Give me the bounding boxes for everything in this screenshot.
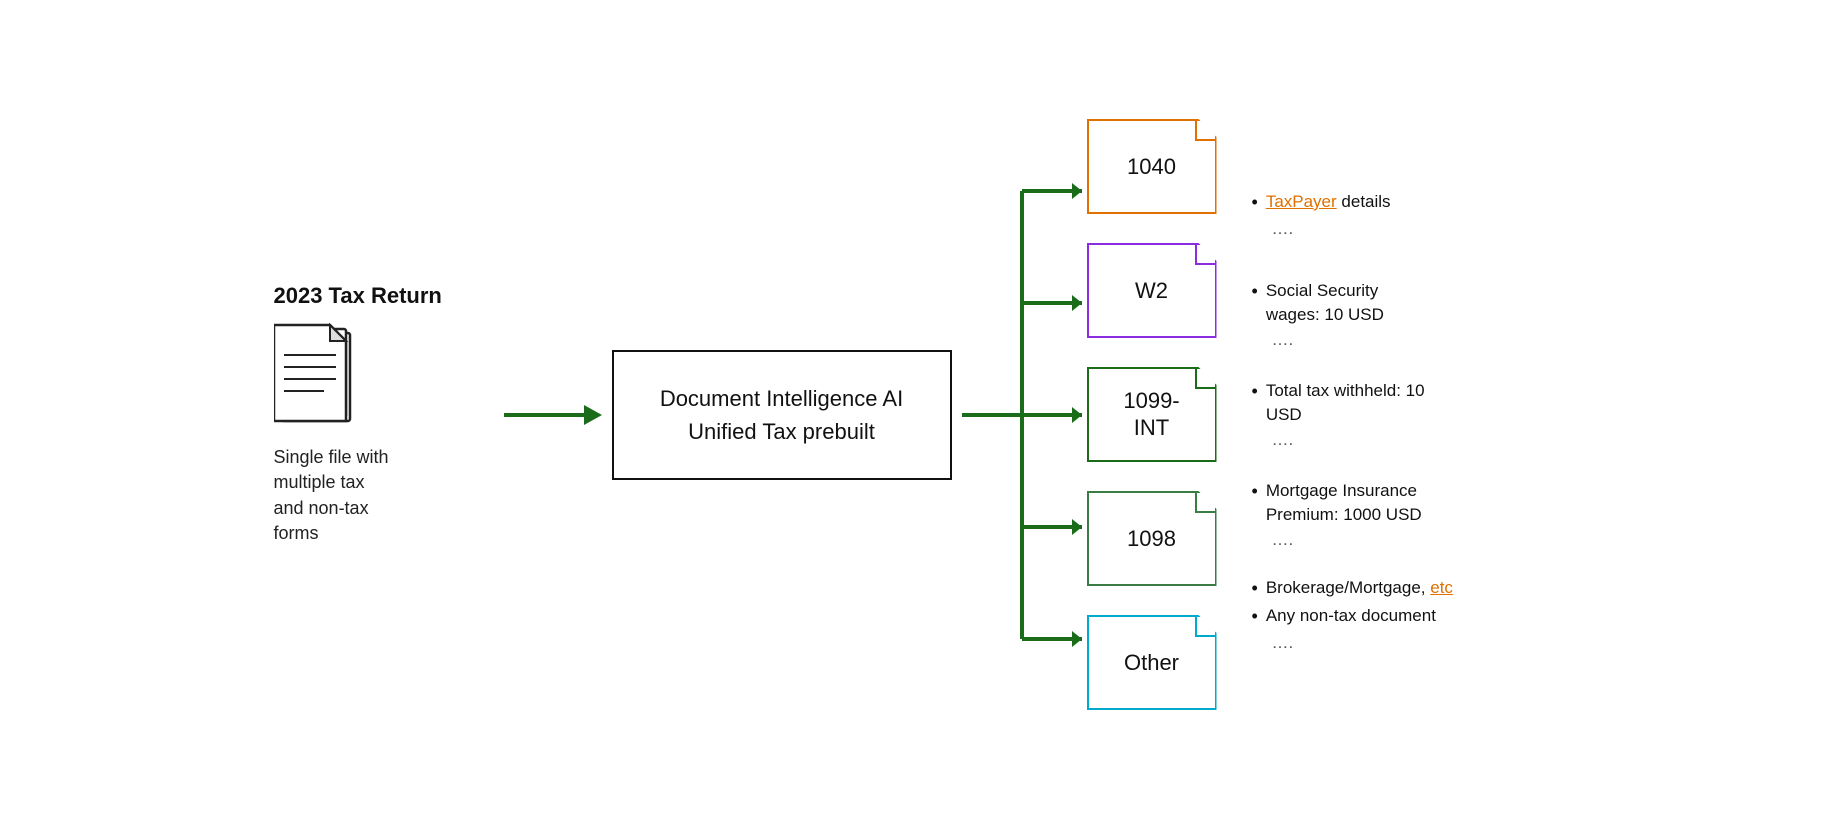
taxpayer-link[interactable]: TaxPayer: [1266, 192, 1337, 211]
form-1099-label: 1099-INT: [1123, 388, 1179, 441]
arrow-line-left: [504, 413, 584, 417]
info-dots-1: ….: [1272, 219, 1572, 239]
form-other-label: Other: [1124, 650, 1179, 676]
info-text-mortgage: Mortgage InsurancePremium: 1000 USD: [1266, 479, 1422, 527]
bullet-3: •: [1252, 379, 1258, 404]
info-text-nontax: Any non-tax document: [1266, 604, 1436, 628]
form-w2-label: W2: [1135, 278, 1168, 304]
info-dots-3: ….: [1272, 430, 1572, 450]
info-item-tax: • Total tax withheld: 10USD: [1252, 379, 1572, 427]
arrow-head-left: [584, 405, 602, 425]
branch-lines-svg: [962, 135, 1082, 695]
info-column: • TaxPayer details …. • Social Securityw…: [1252, 165, 1572, 665]
info-item-brokerage: • Brokerage/Mortgage, etc: [1252, 576, 1572, 601]
center-box-line2: Unified Tax prebuilt: [688, 419, 875, 444]
form-box-1040: 1040: [1082, 117, 1222, 217]
info-group-1099: • Total tax withheld: 10USD ….: [1252, 365, 1572, 465]
info-text-taxpayer: TaxPayer details: [1266, 190, 1391, 214]
left-arrow: [504, 405, 602, 425]
info-group-1040: • TaxPayer details ….: [1252, 165, 1572, 265]
info-dots-2: ….: [1272, 330, 1572, 350]
info-dots-5: ….: [1272, 633, 1572, 653]
form-box-1099: 1099-INT: [1082, 365, 1222, 465]
form-1098-label: 1098: [1127, 526, 1176, 552]
info-group-w2: • Social Securitywages: 10 USD ….: [1252, 265, 1572, 365]
info-text-social: Social Securitywages: 10 USD: [1266, 279, 1384, 327]
info-group-other: • Brokerage/Mortgage, etc • Any non-tax …: [1252, 565, 1572, 665]
info-text-tax: Total tax withheld: 10USD: [1266, 379, 1425, 427]
left-section: 2023 Tax Return Single file with multipl…: [274, 283, 454, 546]
info-item-taxpayer: • TaxPayer details: [1252, 190, 1572, 215]
info-group-1098: • Mortgage InsurancePremium: 1000 USD ….: [1252, 465, 1572, 565]
forms-column: 1040 W2 1099-INT 1098: [1082, 117, 1222, 713]
form-1040-label: 1040: [1127, 154, 1176, 180]
form-1040-inner: 1040: [1087, 119, 1217, 214]
document-icon: [274, 321, 364, 431]
doc-label: Single file with multiple tax and non-ta…: [274, 445, 389, 546]
center-box: Document Intelligence AI Unified Tax pre…: [612, 350, 952, 480]
form-1098-inner: 1098: [1087, 491, 1217, 586]
form-other-inner: Other: [1087, 615, 1217, 710]
form-box-other: Other: [1082, 613, 1222, 713]
form-box-1098: 1098: [1082, 489, 1222, 589]
info-dots-4: ….: [1272, 530, 1572, 550]
right-section: 1040 W2 1099-INT 1098: [962, 117, 1572, 713]
info-item-mortgage: • Mortgage InsurancePremium: 1000 USD: [1252, 479, 1572, 527]
doc-title: 2023 Tax Return: [274, 283, 442, 309]
bullet-6: •: [1252, 604, 1258, 629]
center-box-line1: Document Intelligence AI: [660, 386, 903, 411]
info-item-nontax: • Any non-tax document: [1252, 604, 1572, 629]
bullet-4: •: [1252, 479, 1258, 504]
etc-link[interactable]: etc: [1430, 578, 1453, 597]
form-w2-inner: W2: [1087, 243, 1217, 338]
diagram-container: 2023 Tax Return Single file with multipl…: [0, 0, 1845, 829]
info-item-social: • Social Securitywages: 10 USD: [1252, 279, 1572, 327]
bullet-2: •: [1252, 279, 1258, 304]
form-box-w2: W2: [1082, 241, 1222, 341]
bullet-1: •: [1252, 190, 1258, 215]
form-1099-inner: 1099-INT: [1087, 367, 1217, 462]
bullet-5: •: [1252, 576, 1258, 601]
info-text-brokerage: Brokerage/Mortgage, etc: [1266, 576, 1453, 600]
